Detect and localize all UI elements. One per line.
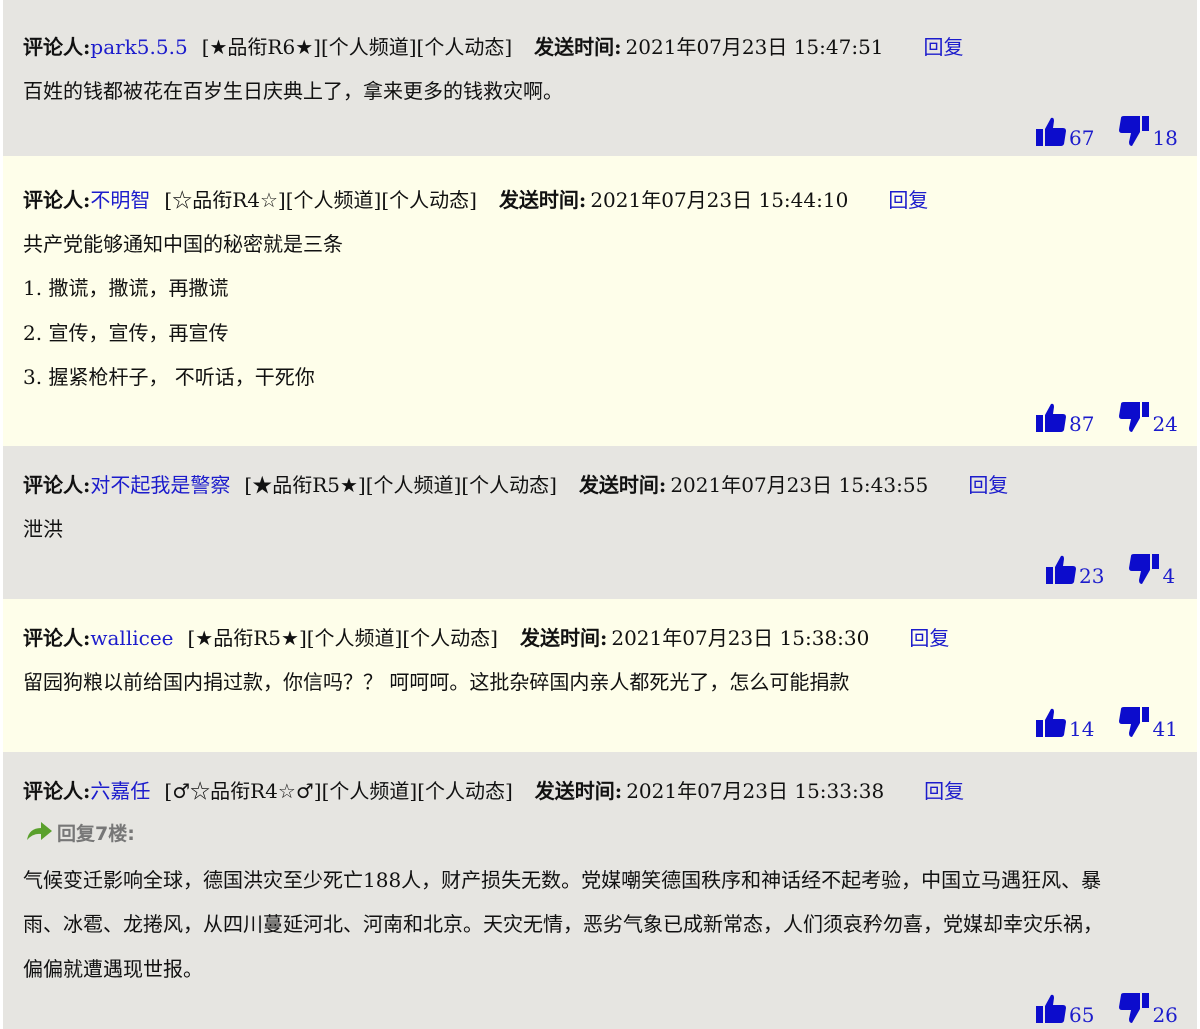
downvote-button[interactable]: 4: [1128, 552, 1175, 586]
comment-header: 评论人:不明智 [☆品衔R4☆][个人频道][个人动态] 发送时间: 2021年07月…: [23, 190, 928, 210]
comment-body-line: 2. 宣传，宣传，再宣传: [23, 321, 229, 345]
send-time-value: 2021年07月23日 15:33:38: [626, 779, 885, 803]
send-time-value: 2021年07月23日 15:47:51: [625, 35, 884, 59]
thumbs-down-icon: [1119, 993, 1150, 1023]
upvote-count: 14: [1069, 717, 1095, 741]
send-time-label: 发送时间:: [498, 188, 587, 212]
downvote-button[interactable]: 26: [1118, 991, 1178, 1027]
rank-badge: [☆品衔R4☆]: [164, 188, 286, 212]
comment-body-line: 1. 撒谎，撒谎，再撒谎: [23, 276, 229, 300]
comment-body-line: 3. 握紧枪杆子， 不听话，干死你: [23, 365, 315, 389]
comment-header: 评论人:对不起我是警察 [★品衔R5★][个人频道][个人动态] 发送时间: 2021…: [23, 475, 1008, 495]
rank-badge: [★品衔R5★]: [187, 626, 307, 650]
downvote-count: 41: [1152, 717, 1178, 741]
reply-quote: 回复7楼:: [25, 820, 135, 844]
upvote-button[interactable]: 65: [1035, 993, 1094, 1025]
rank-badge: [★品衔R6★]: [201, 35, 321, 59]
comment-item: 评论人:park5.5.5 [★品衔R6★][个人频道][个人动态] 发送时间: 20…: [0, 0, 1200, 156]
comment-header: 评论人:park5.5.5 [★品衔R6★][个人频道][个人动态] 发送时间: 20…: [23, 37, 964, 57]
reply-link[interactable]: 回复: [909, 626, 949, 650]
send-time-label: 发送时间:: [534, 779, 623, 803]
personal-channel-link[interactable]: [个人频道]: [322, 779, 418, 803]
vote-controls: 23 4: [1045, 552, 1175, 588]
vote-controls: 65 26: [1035, 991, 1178, 1027]
commenter-label: 评论人:: [23, 626, 91, 650]
rank-badge: [★品衔R5★]: [244, 473, 366, 497]
downvote-count: 26: [1152, 1003, 1178, 1027]
thumbs-down-icon: [1119, 116, 1150, 146]
comment-body-line: 百姓的钱都被花在百岁生日庆典上了，拿来更多的钱救灾啊。: [23, 79, 563, 103]
comment-header: 评论人:wallicee [★品衔R5★][个人频道][个人动态] 发送时间: 202…: [23, 628, 949, 648]
send-time-value: 2021年07月23日 15:44:10: [590, 188, 849, 212]
commenter-name-link[interactable]: 对不起我是警察: [90, 473, 230, 497]
comment-body-line: 泄洪: [23, 517, 63, 541]
thumbs-down-icon: [1129, 554, 1160, 584]
personal-activity-link[interactable]: [个人动态]: [402, 626, 498, 650]
send-time-label: 发送时间:: [578, 473, 667, 497]
comment-body-line: 共产党能够通知中国的秘密就是三条: [23, 232, 343, 256]
commenter-label: 评论人:: [23, 188, 91, 212]
reply-link[interactable]: 回复: [888, 188, 928, 212]
personal-channel-link[interactable]: [个人频道]: [366, 473, 462, 497]
personal-activity-link[interactable]: [个人动态]: [381, 188, 477, 212]
commenter-label: 评论人:: [23, 473, 91, 497]
comment-item: 评论人:六嘉任 [♂☆品衔R4☆♂][个人频道][个人动态] 发送时间: 2021年0…: [0, 752, 1200, 1029]
personal-channel-link[interactable]: [个人频道]: [321, 35, 417, 59]
rank-badge: [♂☆品衔R4☆♂]: [164, 779, 322, 803]
upvote-button[interactable]: 23: [1045, 554, 1104, 586]
upvote-button[interactable]: 67: [1035, 116, 1094, 148]
upvote-count: 67: [1069, 126, 1095, 150]
commenter-name-link[interactable]: 六嘉任: [90, 779, 150, 803]
reply-link[interactable]: 回复: [924, 35, 964, 59]
comment-header: 评论人:六嘉任 [♂☆品衔R4☆♂][个人频道][个人动态] 发送时间: 2021年0…: [23, 781, 964, 801]
vote-controls: 67 18: [1035, 114, 1178, 150]
thumbs-up-icon: [1036, 403, 1066, 432]
thumbs-up-icon: [1046, 555, 1076, 584]
thumbs-down-icon: [1119, 707, 1150, 737]
reply-link[interactable]: 回复: [924, 779, 964, 803]
send-time-value: 2021年07月23日 15:43:55: [670, 473, 929, 497]
thumbs-up-icon: [1036, 117, 1066, 146]
upvote-button[interactable]: 87: [1035, 402, 1094, 434]
thumbs-up-icon: [1036, 994, 1066, 1023]
comment-item: 评论人:对不起我是警察 [★品衔R5★][个人频道][个人动态] 发送时间: 2021…: [0, 446, 1200, 599]
comment-body-line: 留园狗粮以前给国内捐过款，你信吗？？ 呵呵呵。这批杂碎国内亲人都死光了，怎么可能…: [23, 670, 850, 694]
send-time-label: 发送时间:: [534, 35, 622, 59]
thumbs-down-icon: [1119, 402, 1150, 432]
personal-activity-link[interactable]: [个人动态]: [417, 779, 513, 803]
reply-quote-label: 回复7楼:: [57, 823, 135, 845]
commenter-name-link[interactable]: park5.5.5: [90, 35, 187, 59]
personal-activity-link[interactable]: [个人动态]: [461, 473, 557, 497]
comment-item: 评论人:不明智 [☆品衔R4☆][个人频道][个人动态] 发送时间: 2021年07月…: [0, 156, 1200, 446]
upvote-count: 87: [1069, 412, 1095, 436]
comment-body-line: 气候变迁影响全球，德国洪灾至少死亡188人，财产损失无数。党媒嘲笑德国秩序和神话…: [23, 868, 1102, 892]
thumbs-up-icon: [1036, 708, 1066, 737]
vote-controls: 14 41: [1035, 705, 1178, 741]
downvote-button[interactable]: 41: [1118, 705, 1178, 741]
downvote-count: 4: [1162, 564, 1176, 588]
comment-list: 评论人:park5.5.5 [★品衔R6★][个人频道][个人动态] 发送时间: 20…: [0, 0, 1200, 1029]
personal-activity-link[interactable]: [个人动态]: [417, 35, 513, 59]
comment-body-line: 偏偏就遭遇现世报。: [23, 957, 203, 981]
downvote-button[interactable]: 24: [1118, 400, 1178, 436]
comment-body-line: 雨、冰雹、龙捲风，从四川蔓延河北、河南和北京。天灾无情，恶劣气象已成新常态，人们…: [23, 912, 1103, 936]
reply-arrow-icon: [27, 822, 52, 840]
commenter-label: 评论人:: [23, 779, 91, 803]
comment-item: 评论人:wallicee [★品衔R5★][个人频道][个人动态] 发送时间: 202…: [0, 599, 1200, 752]
upvote-count: 65: [1069, 1003, 1095, 1027]
send-time-label: 发送时间:: [519, 626, 608, 650]
personal-channel-link[interactable]: [个人频道]: [286, 188, 382, 212]
personal-channel-link[interactable]: [个人频道]: [307, 626, 403, 650]
send-time-value: 2021年07月23日 15:38:30: [611, 626, 870, 650]
reply-link[interactable]: 回复: [968, 473, 1008, 497]
vote-controls: 87 24: [1035, 400, 1178, 436]
downvote-count: 24: [1152, 412, 1178, 436]
commenter-name-link[interactable]: 不明智: [90, 188, 150, 212]
downvote-count: 18: [1152, 126, 1178, 150]
commenter-name-link[interactable]: wallicee: [90, 626, 173, 650]
upvote-count: 23: [1079, 564, 1105, 588]
downvote-button[interactable]: 18: [1118, 114, 1178, 150]
commenter-label: 评论人:: [23, 35, 91, 59]
upvote-button[interactable]: 14: [1035, 707, 1094, 739]
